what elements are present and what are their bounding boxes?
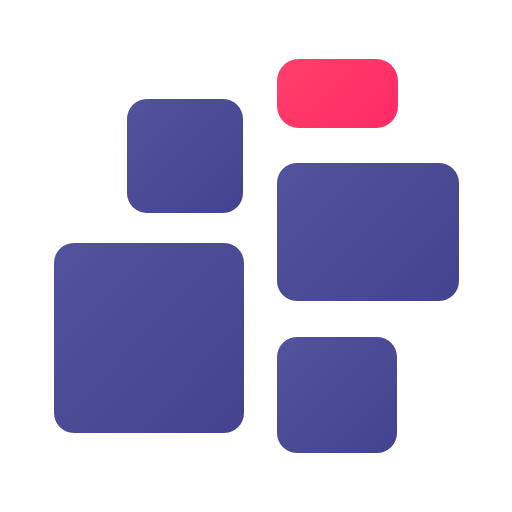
wide-rectangle-tile <box>277 163 459 301</box>
small-square-tile <box>127 99 243 213</box>
app-logo <box>0 0 512 512</box>
accent-pill-tile <box>277 59 398 128</box>
small-square-tile-bottom <box>277 337 397 453</box>
large-square-tile <box>54 243 244 433</box>
